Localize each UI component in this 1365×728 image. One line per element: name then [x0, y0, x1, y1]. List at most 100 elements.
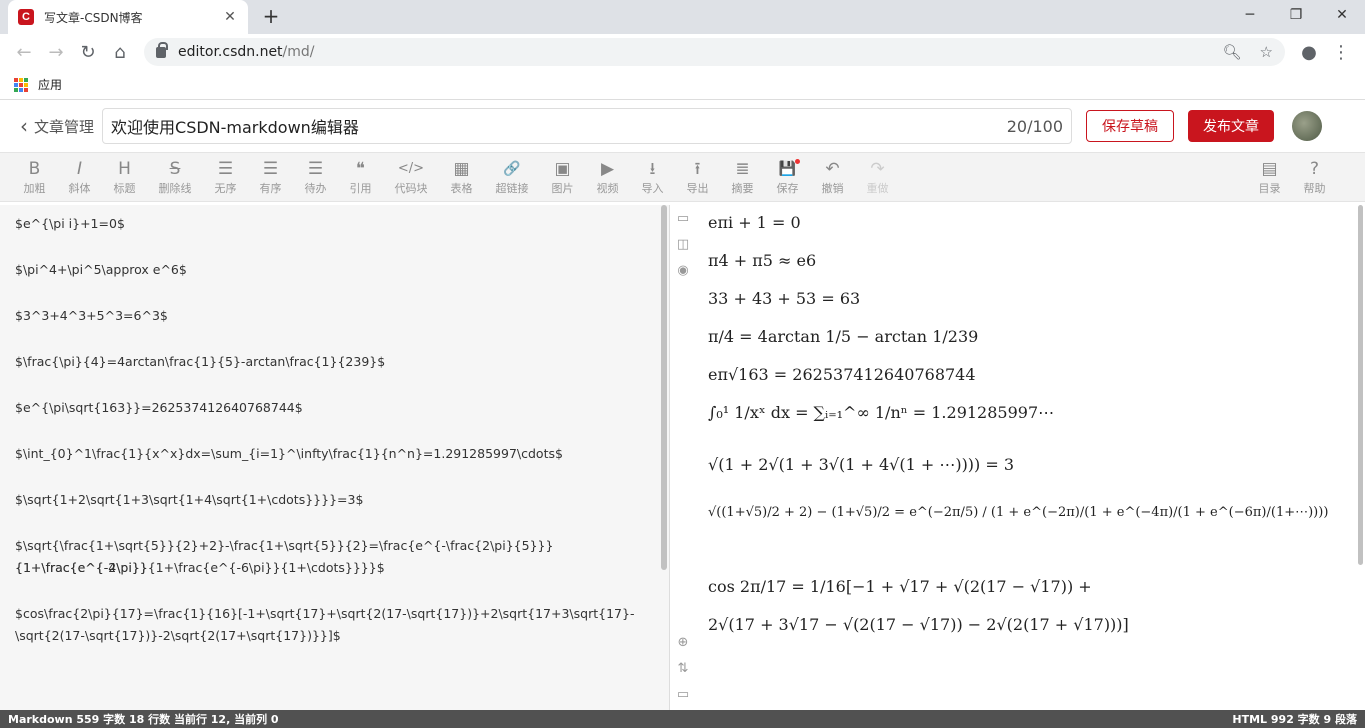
url-path: /md/ — [282, 44, 315, 60]
toc-button[interactable]: ▤ 目录 — [1247, 158, 1292, 196]
new-tab-icon[interactable]: + — [258, 4, 284, 28]
image-button[interactable]: ▣ 图片 — [540, 158, 585, 196]
source-line[interactable]: $3^3+4^3+5^3=6^3$ — [15, 305, 655, 327]
formula-nested-radical: √(1 + 2√(1 + 3√(1 + 4√(1 + ⋯)))) = 3 — [708, 455, 1015, 474]
split-pane-icon[interactable]: ◫ — [675, 237, 691, 252]
italic-button[interactable]: I 斜体 — [57, 158, 102, 196]
source-line[interactable]: $e^{\pi\sqrt{163}}=262537412640768744$ — [15, 397, 655, 419]
quote-button[interactable]: ❝ 引用 — [338, 158, 383, 196]
hyperlink-button[interactable]: 🔗 超链接 — [484, 158, 540, 196]
minimize-icon[interactable]: ─ — [1227, 0, 1273, 30]
export-button[interactable]: ⭱ 导出 — [675, 158, 720, 196]
status-bar: Markdown 559 字数 18 行数 当前行 12, 当前列 0 HTML… — [0, 710, 1365, 728]
tab-title: 写文章-CSDN博客 — [44, 10, 143, 25]
formula-cos-2pi-17-line1: cos 2π/17 = 1/16[−1 + √17 + √(2(17 − √17… — [708, 577, 1092, 596]
video-label: 视频 — [596, 182, 619, 195]
undo-label: 撤销 — [821, 182, 844, 195]
editor-panes: $e^{\pi i}+1=0$ $\pi^4+\pi^5\approx e^6$… — [0, 205, 1365, 710]
help-button[interactable]: ? 帮助 — [1292, 158, 1337, 196]
locate-icon[interactable]: ⊕ — [675, 635, 691, 650]
import-button[interactable]: ⭳ 导入 — [630, 158, 675, 196]
strikethrough-button[interactable]: S 删除线 — [147, 158, 203, 196]
redo-button[interactable]: ↷ 重做 — [855, 158, 900, 196]
todo-list-label: 待办 — [304, 182, 327, 195]
source-line[interactable]: {1+\frac{e^{-4\pi}}{1+\frac{e^{-6\pi}}{1… — [15, 557, 655, 579]
profile-icon[interactable]: ● — [1293, 36, 1325, 68]
source-line[interactable]: $\int_{0}^1\frac{1}{x^x}dx=\sum_{i=1}^\i… — [15, 443, 655, 465]
home-icon[interactable]: ⌂ — [104, 36, 136, 68]
image-label: 图片 — [551, 182, 574, 195]
heading-icon: H — [118, 159, 131, 179]
markdown-source-editor[interactable]: $e^{\pi i}+1=0$ $\pi^4+\pi^5\approx e^6$… — [0, 205, 670, 710]
save-draft-button[interactable]: 保存草稿 — [1086, 110, 1175, 142]
url-host: editor.csdn.net — [178, 44, 283, 60]
summary-button[interactable]: ≣ 摘要 — [720, 158, 765, 196]
bold-icon: B — [28, 159, 41, 179]
video-icon: ▶ — [600, 159, 615, 179]
export-label: 导出 — [686, 182, 709, 195]
more-menu-icon[interactable]: ⋮ — [1325, 36, 1357, 68]
save-button[interactable]: 💾 保存 — [765, 158, 810, 196]
editor-toolbar: B 加粗 I 斜体 H 标题 S 删除线 ☰ 无序 ☰ 有序 ☰ 待办 ❝ 引用 </> 代码块 … — [0, 152, 1365, 202]
source-line[interactable]: $\sqrt{1+2\sqrt{1+3\sqrt{1+4\sqrt{1+\cdo… — [15, 489, 655, 511]
source-line[interactable]: $cos\frac{2\pi}{17}=\frac{1}{16}[-1+\sqr… — [15, 603, 655, 625]
source-line[interactable]: $\frac{\pi}{4}=4arctan\frac{1}{5}-arctan… — [15, 351, 655, 373]
avatar[interactable] — [1292, 111, 1323, 141]
reload-icon[interactable]: ↻ — [72, 36, 104, 68]
apps-grid-icon[interactable] — [14, 77, 28, 92]
publish-button[interactable]: 发布文章 — [1188, 110, 1275, 142]
heading-button[interactable]: H 标题 — [102, 158, 147, 196]
source-line[interactable]: \sqrt{2(17-\sqrt{17})}-2\sqrt{2(17+\sqrt… — [15, 625, 655, 647]
layout-icon[interactable]: ▭ — [675, 687, 691, 702]
unordered-list-button[interactable]: ☰ 无序 — [203, 158, 248, 196]
single-pane-icon[interactable]: ▭ — [675, 211, 691, 226]
star-icon[interactable]: ☆ — [1260, 43, 1273, 61]
article-manage-link[interactable]: ‹ 文章管理 — [20, 114, 94, 138]
export-icon: ⭱ — [694, 159, 701, 179]
ordered-list-button[interactable]: ☰ 有序 — [248, 158, 293, 196]
table-label: 表格 — [450, 182, 473, 195]
toc-label: 目录 — [1258, 182, 1281, 195]
window-close-icon[interactable]: ✕ — [1319, 0, 1365, 30]
source-line[interactable]: $e^{\pi i}+1=0$ — [15, 213, 655, 235]
article-title-input[interactable]: 欢迎使用CSDN-markdown编辑器 20/100 — [102, 108, 1073, 144]
eye-icon[interactable]: ◉ — [675, 263, 691, 278]
import-label: 导入 — [641, 182, 664, 195]
status-right: HTML 992 字数 9 段落 — [1232, 713, 1357, 726]
code-block-label: 代码块 — [394, 182, 428, 195]
forward-arrow-icon[interactable]: → — [40, 36, 72, 68]
formula-cos-2pi-17-line2: 2√(17 + 3√17 − √(2(17 − √17)) − 2√(2(17 … — [708, 615, 1129, 634]
article-title: 欢迎使用CSDN-markdown编辑器 — [111, 118, 359, 137]
apps-bookmark[interactable]: 应用 — [38, 76, 62, 93]
code-block-button[interactable]: </> 代码块 — [383, 158, 439, 196]
ordered-list-label: 有序 — [259, 182, 282, 195]
save-icon: 💾 — [778, 161, 797, 177]
link-icon: 🔗 — [503, 161, 521, 177]
source-line[interactable]: $\pi^4+\pi^5\approx e^6$ — [15, 259, 655, 281]
zoom-icon[interactable]: 🔍︎ — [1223, 43, 1242, 61]
sync-scroll-icon[interactable]: ⇅ — [675, 661, 691, 676]
undo-button[interactable]: ↶ 撤销 — [810, 158, 855, 196]
url-input[interactable]: editor.csdn.net/md/ 🔍︎ ☆ — [144, 38, 1285, 66]
browser-tab[interactable]: C 写文章-CSDN博客 ✕ — [8, 0, 248, 34]
back-arrow-icon[interactable]: ← — [8, 36, 40, 68]
video-button[interactable]: ▶ 视频 — [585, 158, 630, 196]
chevron-left-icon: ‹ — [20, 114, 28, 138]
table-button[interactable]: ▦ 表格 — [439, 158, 484, 196]
bold-button[interactable]: B 加粗 — [12, 158, 57, 196]
formula-machin: π/4 = 4arctan 1/5 − arctan 1/239 — [708, 327, 979, 346]
preview-scrollbar[interactable] — [1358, 205, 1363, 565]
article-manage-label: 文章管理 — [34, 117, 95, 136]
close-icon[interactable]: ✕ — [222, 9, 238, 25]
strikethrough-label: 删除线 — [158, 182, 192, 195]
todo-list-button[interactable]: ☰ 待办 — [293, 158, 338, 196]
restore-icon[interactable]: ❐ — [1273, 0, 1319, 30]
heading-label: 标题 — [113, 182, 136, 195]
unordered-list-label: 无序 — [214, 182, 237, 195]
toc-icon: ▤ — [1261, 159, 1278, 179]
markdown-preview: eπi + 1 = 0 π4 + π5 ≈ e6 33 + 43 + 53 = … — [696, 205, 1365, 710]
source-scrollbar[interactable] — [661, 205, 667, 570]
strikethrough-icon: S — [169, 159, 181, 179]
editor-header: ‹ 文章管理 欢迎使用CSDN-markdown编辑器 20/100 保存草稿 … — [0, 100, 1365, 152]
help-icon: ? — [1309, 159, 1320, 179]
